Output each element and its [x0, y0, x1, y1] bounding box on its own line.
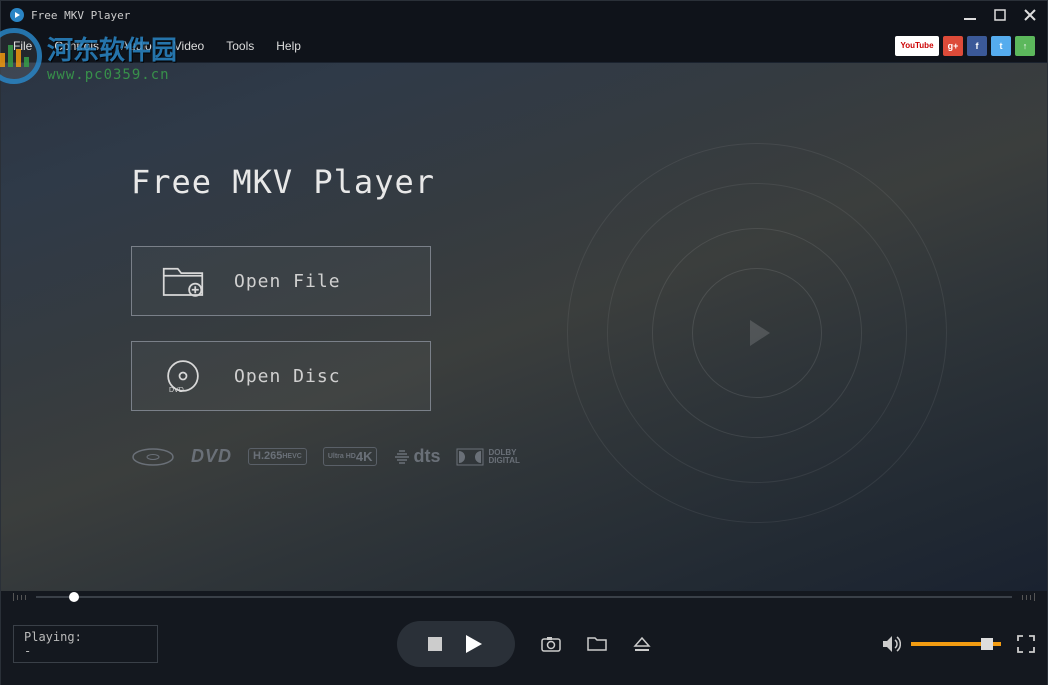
- close-button[interactable]: [1021, 6, 1039, 24]
- twitter-icon[interactable]: t: [991, 36, 1011, 56]
- playing-value: -: [24, 644, 147, 658]
- play-target-graphic: [557, 133, 957, 533]
- svg-text:DVD: DVD: [169, 387, 184, 394]
- dvd-badge: DVD: [191, 446, 232, 467]
- menu-tools[interactable]: Tools: [226, 39, 254, 53]
- upload-icon[interactable]: ↑: [1015, 36, 1035, 56]
- app-icon: [9, 7, 25, 23]
- 4k-badge: Ultra HD4K: [323, 447, 378, 466]
- facebook-icon[interactable]: f: [967, 36, 987, 56]
- play-button[interactable]: [462, 633, 484, 655]
- disc-icon: DVD: [162, 358, 204, 394]
- eject-button[interactable]: [633, 636, 651, 652]
- watermark-url: www.pc0359.cn: [47, 67, 177, 83]
- open-file-label: Open File: [234, 271, 341, 292]
- titlebar: Free MKV Player: [1, 1, 1047, 29]
- main-area: 河东软件园 www.pc0359.cn Free MKV Player Open…: [1, 63, 1047, 591]
- volume-thumb[interactable]: [981, 638, 993, 650]
- maximize-button[interactable]: [991, 6, 1009, 24]
- main-title: Free MKV Player: [131, 163, 521, 201]
- h265-badge: H.265HEVC: [248, 448, 307, 465]
- dolby-badge: DOLBYDIGITAL: [456, 448, 519, 466]
- watermark-text: 河东软件园: [47, 30, 177, 67]
- window-controls: [961, 6, 1039, 24]
- play-stop-pill: [397, 621, 515, 667]
- minimize-button[interactable]: [961, 6, 979, 24]
- menu-help[interactable]: Help: [276, 39, 301, 53]
- open-disc-button[interactable]: DVD Open Disc: [131, 341, 431, 411]
- dts-badge: dts: [393, 446, 440, 467]
- open-file-button[interactable]: Open File: [131, 246, 431, 316]
- control-bar: Playing: -: [1, 603, 1047, 685]
- watermark-logo-icon: [0, 28, 42, 84]
- bluray-badge: [131, 447, 175, 467]
- volume-button[interactable]: [881, 635, 901, 653]
- progress-thumb[interactable]: [69, 592, 79, 602]
- playing-label: Playing:: [24, 630, 147, 644]
- stop-button[interactable]: [428, 637, 442, 651]
- folder-plus-icon: [162, 263, 204, 299]
- progress-track[interactable]: [36, 596, 1012, 598]
- format-badges: DVD H.265HEVC Ultra HD4K dts DOLBYDIGITA…: [131, 446, 521, 467]
- app-title-text: Free MKV Player: [31, 9, 130, 22]
- watermark: 河东软件园 www.pc0359.cn: [0, 28, 177, 84]
- googleplus-icon[interactable]: g+: [943, 36, 963, 56]
- volume-slider[interactable]: [911, 642, 1001, 646]
- progress-bar[interactable]: [1, 591, 1047, 603]
- playing-info: Playing: -: [13, 625, 158, 663]
- open-folder-button[interactable]: [587, 636, 607, 652]
- screenshot-button[interactable]: [541, 636, 561, 652]
- fullscreen-button[interactable]: [1017, 635, 1035, 653]
- open-disc-label: Open Disc: [234, 366, 341, 387]
- menu-video[interactable]: Video: [174, 39, 204, 53]
- social-icons: YouTube g+ f t ↑: [895, 36, 1035, 56]
- youtube-icon[interactable]: YouTube: [895, 36, 939, 56]
